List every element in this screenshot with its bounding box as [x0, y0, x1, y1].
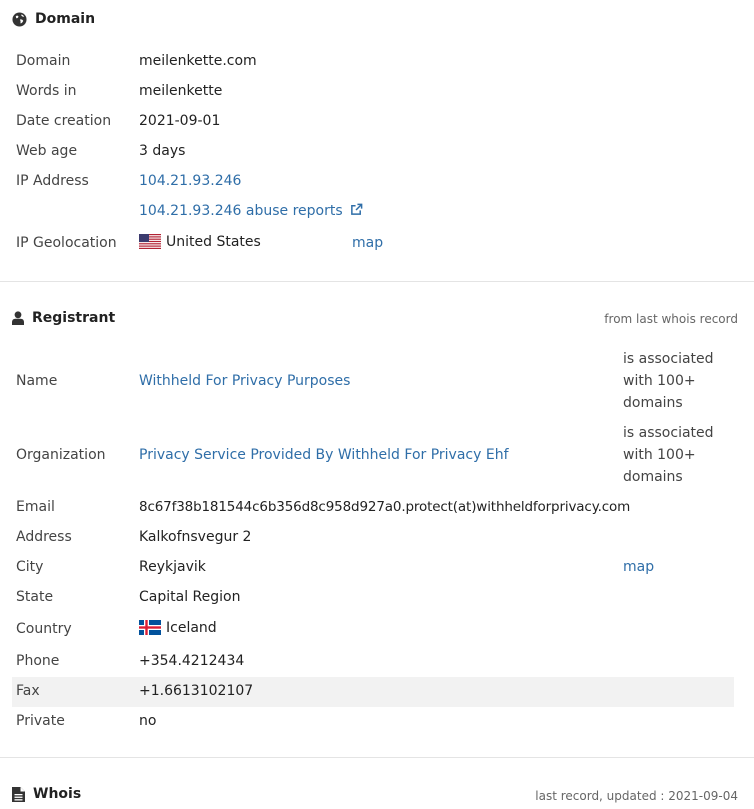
- state-value: Capital Region: [139, 589, 241, 605]
- assoc-line: is associated: [623, 351, 714, 367]
- domain-section-header: Domain: [12, 11, 95, 27]
- email-label: Email: [16, 499, 55, 515]
- domain-value: meilenkette.com: [139, 53, 257, 69]
- fax-row-highlight: [12, 677, 734, 707]
- ip-geolocation-value: United States: [139, 234, 261, 250]
- registrant-section-header: Registrant: [12, 310, 115, 326]
- phone-value: +354.4212434: [139, 653, 245, 669]
- country-label: Country: [16, 621, 72, 637]
- private-label: Private: [16, 713, 65, 729]
- section-divider: [0, 281, 754, 282]
- ip-address-label: IP Address: [16, 173, 89, 189]
- phone-label: Phone: [16, 653, 60, 669]
- city-label: City: [16, 559, 44, 575]
- globe-icon: [12, 11, 27, 27]
- web-age-label: Web age: [16, 143, 78, 159]
- city-map-link[interactable]: map: [623, 559, 654, 575]
- ip-geolocation-label: IP Geolocation: [16, 235, 117, 251]
- whois-section-header: Whois: [12, 786, 81, 802]
- document-icon: [12, 786, 25, 802]
- state-label: State: [16, 589, 54, 605]
- address-label: Address: [16, 529, 72, 545]
- name-association-note: is associated with 100+ domains: [623, 348, 714, 414]
- external-link-icon[interactable]: [350, 203, 363, 216]
- name-link[interactable]: Withheld For Privacy Purposes: [139, 373, 350, 389]
- abuse-reports-row: 104.21.93.246 abuse reports: [139, 203, 363, 219]
- organization-link[interactable]: Privacy Service Provided By Withheld For…: [139, 447, 509, 463]
- date-creation-value: 2021-09-01: [139, 113, 221, 129]
- private-value: no: [139, 713, 157, 729]
- registrant-section-title: Registrant: [32, 310, 116, 326]
- section-divider: [0, 757, 754, 758]
- name-label: Name: [16, 373, 58, 389]
- words-value: meilenkette: [139, 83, 223, 99]
- assoc-line: domains: [623, 469, 683, 485]
- assoc-line: with 100+: [623, 373, 696, 389]
- web-age-value: 3 days: [139, 143, 186, 159]
- organization-association-note: is associated with 100+ domains: [623, 422, 714, 488]
- country-name: Iceland: [166, 620, 217, 636]
- assoc-line: is associated: [623, 425, 714, 441]
- geolocation-map-link[interactable]: map: [352, 235, 383, 251]
- city-value: Reykjavik: [139, 559, 206, 575]
- country-value: Iceland: [139, 620, 217, 636]
- fax-value: +1.6613102107: [139, 683, 254, 699]
- domain-section-title: Domain: [35, 11, 96, 27]
- abuse-reports-link[interactable]: 104.21.93.246 abuse reports: [139, 203, 343, 219]
- ip-address-link[interactable]: 104.21.93.246: [139, 173, 241, 189]
- registrant-note: from last whois record: [604, 312, 738, 326]
- assoc-line: with 100+: [623, 447, 696, 463]
- domain-label: Domain: [16, 53, 71, 69]
- words-label: Words in: [16, 83, 77, 99]
- email-value: 8c67f38b181544c6b356d8c958d927a0.protect…: [139, 499, 631, 515]
- address-value: Kalkofnsvegur 2: [139, 529, 252, 545]
- whois-note: last record, updated : 2021-09-04: [535, 789, 738, 803]
- fax-label: Fax: [16, 683, 40, 699]
- assoc-line: domains: [623, 395, 683, 411]
- whois-section-title: Whois: [33, 786, 82, 802]
- geolocation-country: United States: [166, 234, 261, 250]
- organization-label: Organization: [16, 447, 106, 463]
- date-creation-label: Date creation: [16, 113, 112, 129]
- user-icon: [12, 311, 24, 325]
- iceland-flag-icon: [139, 620, 161, 635]
- us-flag-icon: [139, 234, 161, 249]
